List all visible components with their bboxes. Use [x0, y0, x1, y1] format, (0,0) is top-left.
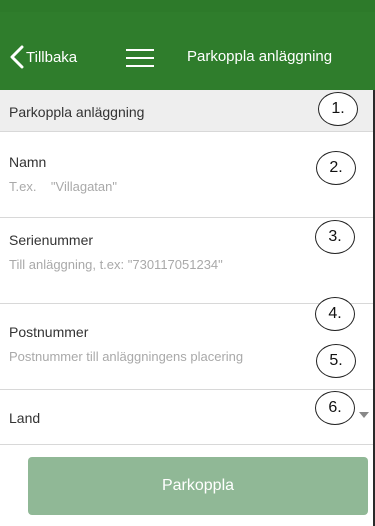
back-label: Tillbaka	[26, 48, 78, 66]
callout-4: 4.	[315, 297, 355, 331]
page-title: Parkoppla anläggning	[187, 48, 333, 65]
app-frame: Tillbaka Parkoppla anläggning Parkoppla …	[0, 0, 375, 526]
callout-2: 2.	[316, 151, 356, 185]
button-area: Parkoppla	[0, 445, 373, 526]
chevron-left-icon	[10, 45, 24, 69]
section-header: Parkoppla anläggning	[0, 90, 373, 132]
caret-down-icon	[359, 412, 369, 418]
callout-3: 3.	[315, 220, 355, 254]
serial-label: Serienummer	[9, 232, 94, 248]
pair-button[interactable]: Parkoppla	[28, 457, 368, 515]
postal-input[interactable]	[9, 346, 309, 366]
name-input[interactable]	[9, 176, 309, 196]
section-header-label: Parkoppla anläggning	[9, 104, 145, 120]
country-label: Land	[9, 410, 41, 426]
callout-1: 1.	[318, 92, 358, 126]
postal-label: Postnummer	[9, 324, 89, 340]
status-bar	[0, 0, 375, 12]
callout-6: 6.	[315, 391, 355, 425]
name-label: Namn	[9, 154, 47, 170]
serial-input[interactable]	[9, 254, 309, 274]
navigation-bar: Tillbaka Parkoppla anläggning	[0, 12, 375, 90]
back-button[interactable]: Tillbaka	[10, 42, 77, 72]
hamburger-menu-icon[interactable]	[126, 47, 154, 69]
callout-5: 5.	[316, 344, 356, 378]
